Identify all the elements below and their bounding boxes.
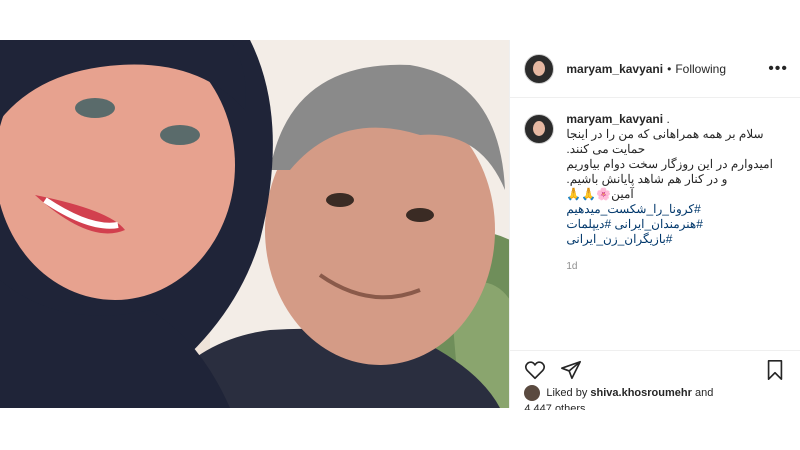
liker-username[interactable]: shiva.khosroumehr: [590, 387, 691, 399]
caption-line: و در کنار هم شاهد پایانش باشیم.: [566, 172, 728, 186]
post-header: maryam_kavyani • Following •••: [510, 40, 800, 98]
liker-avatar[interactable]: [524, 385, 541, 401]
heart-icon[interactable]: [524, 359, 546, 381]
caption-line: امیدوارم در این روزگار سخت دوام بیاوریم: [566, 157, 773, 171]
caption-avatar[interactable]: [524, 114, 555, 144]
instagram-post: maryam_kavyani • Following ••• maryam_ka…: [0, 40, 800, 410]
caption-line: آمین🌸🙏🙏: [566, 187, 634, 201]
liked-by-prefix: Liked by: [546, 387, 588, 399]
liked-by-suffix: and: [694, 387, 714, 399]
caption: maryam_kavyani . سلام بر همه همراهانی که…: [510, 98, 800, 274]
avatar[interactable]: [524, 53, 555, 84]
post-photo[interactable]: [0, 40, 510, 408]
separator-dot: •: [667, 61, 672, 76]
caption-username[interactable]: maryam_kavyani: [566, 112, 663, 126]
post-actions: Liked by shiva.khosroumehr and 4,447 oth…: [510, 350, 800, 410]
action-icons: [510, 351, 800, 381]
caption-body: maryam_kavyani . سلام بر همه همراهانی که…: [566, 112, 786, 274]
bookmark-icon[interactable]: [764, 359, 786, 381]
share-icon[interactable]: [560, 359, 582, 381]
caption-first-char: .: [666, 112, 670, 126]
hashtag-link[interactable]: #بازیگران_زن_ایرانی: [566, 232, 786, 247]
caption-line: حمایت می کنند.: [566, 142, 646, 156]
post-photo-image: [0, 40, 510, 408]
likes-summary: Liked by shiva.khosroumehr and: [510, 381, 800, 401]
hashtag-link[interactable]: #کرونا_را_شکست_میدهیم: [566, 202, 786, 217]
hashtag-link[interactable]: #هنرمندان_ایرانی #دیپلمات: [566, 217, 786, 232]
likes-others[interactable]: 4,447 others: [510, 404, 800, 410]
following-button[interactable]: Following: [675, 62, 726, 76]
username-link[interactable]: maryam_kavyani: [566, 62, 663, 76]
caption-line: سلام بر همه همراهانی که من را در اینجا: [566, 127, 764, 141]
more-options-icon[interactable]: •••: [768, 60, 788, 78]
post-timestamp[interactable]: 1d: [566, 259, 786, 274]
post-side-panel: maryam_kavyani • Following ••• maryam_ka…: [509, 40, 800, 410]
